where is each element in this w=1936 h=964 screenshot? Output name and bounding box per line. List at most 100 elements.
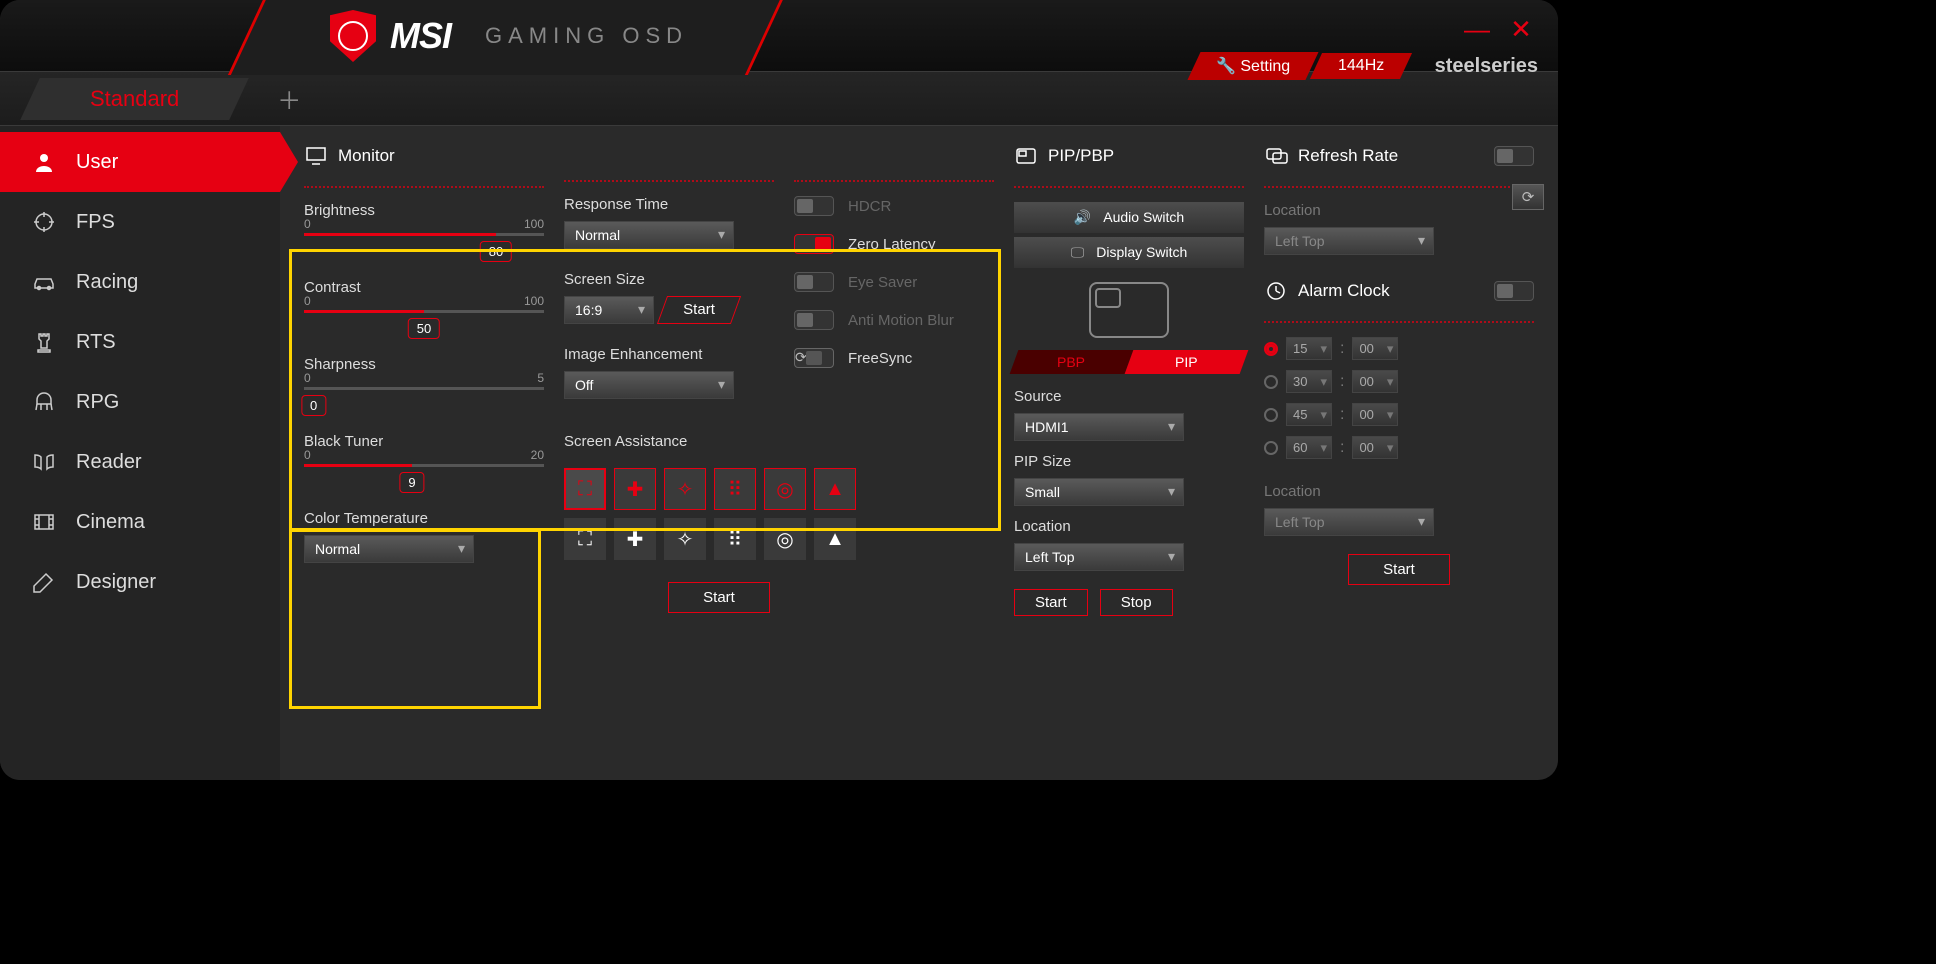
assist-dots-icon[interactable]: ⠿ bbox=[714, 468, 756, 510]
screen-size-select[interactable]: 16:9 bbox=[564, 296, 654, 324]
alarm-sec-4[interactable]: 00 bbox=[1352, 436, 1398, 459]
alarm-title: Alarm Clock bbox=[1298, 281, 1390, 301]
tab-pbp[interactable]: PBP bbox=[1010, 350, 1134, 374]
assist-none-icon[interactable]: ⛶ bbox=[564, 468, 606, 510]
assist-arrows2-icon[interactable]: ✧ bbox=[664, 518, 706, 560]
color-temp-select[interactable]: Normal bbox=[304, 535, 474, 563]
film-icon bbox=[30, 508, 58, 536]
sidebar-item-rpg[interactable]: RPG bbox=[0, 372, 280, 432]
pip-location-label: Location bbox=[1014, 518, 1244, 535]
window-controls: — ✕ bbox=[1460, 14, 1538, 32]
assist-dots2-icon[interactable]: ⠿ bbox=[714, 518, 756, 560]
response-time-select[interactable]: Normal bbox=[564, 221, 734, 249]
alarm-radio-2[interactable] bbox=[1264, 375, 1278, 389]
screen-assistance-start-button[interactable]: Start bbox=[668, 582, 770, 613]
display-switch-button[interactable]: 🖵Display Switch bbox=[1014, 237, 1244, 268]
sharpness-slider[interactable]: 0 5 0 bbox=[304, 381, 544, 417]
clock-icon bbox=[1264, 279, 1288, 303]
sidebar-item-user[interactable]: User bbox=[0, 132, 280, 192]
brightness-slider[interactable]: 0 100 80 bbox=[304, 227, 544, 263]
hdcr-toggle[interactable] bbox=[794, 196, 834, 216]
freesync-toggle[interactable]: ⟳ bbox=[794, 348, 834, 368]
close-button[interactable]: ✕ bbox=[1504, 14, 1538, 32]
alarm-min-1[interactable]: 15 bbox=[1286, 337, 1332, 360]
add-profile-button[interactable]: ＋ bbox=[247, 81, 331, 116]
divider bbox=[1264, 186, 1534, 188]
refresh-title: Refresh Rate bbox=[1298, 146, 1398, 166]
msi-shield-icon bbox=[330, 10, 376, 62]
alarm-sec-3[interactable]: 00 bbox=[1352, 403, 1398, 426]
sidebar-item-racing[interactable]: Racing bbox=[0, 252, 280, 312]
sidebar-item-cinema[interactable]: Cinema bbox=[0, 492, 280, 552]
header-toolbar: 🔧 Setting 144Hz steelseries bbox=[1194, 52, 1538, 80]
anti-motion-blur-label: Anti Motion Blur bbox=[848, 312, 954, 329]
pip-stop-button[interactable]: Stop bbox=[1100, 589, 1173, 616]
pip-icon bbox=[1014, 144, 1038, 168]
image-enhancement-select[interactable]: Off bbox=[564, 371, 734, 399]
alarm-radio-3[interactable] bbox=[1264, 408, 1278, 422]
zero-latency-toggle[interactable] bbox=[794, 234, 834, 254]
sidebar-item-reader[interactable]: Reader bbox=[0, 432, 280, 492]
hdcr-label: HDCR bbox=[848, 198, 891, 215]
refresh-location-select[interactable]: Left Top bbox=[1264, 227, 1434, 255]
sidebar-item-label: RTS bbox=[76, 331, 116, 354]
alarm-min-4[interactable]: 60 bbox=[1286, 436, 1332, 459]
setting-button[interactable]: 🔧 Setting bbox=[1188, 52, 1319, 80]
screen-size-start-button[interactable]: Start bbox=[657, 296, 741, 324]
eye-saver-label: Eye Saver bbox=[848, 274, 917, 291]
sidebar-item-label: Designer bbox=[76, 571, 156, 594]
divider bbox=[304, 186, 544, 188]
sidebar-item-rts[interactable]: RTS bbox=[0, 312, 280, 372]
brand-text: MSI bbox=[390, 15, 451, 57]
monitor-title: Monitor bbox=[338, 146, 395, 166]
audio-switch-button[interactable]: 🔊Audio Switch bbox=[1014, 202, 1244, 233]
sidebar-item-fps[interactable]: FPS bbox=[0, 192, 280, 252]
alarm-sec-2[interactable]: 00 bbox=[1352, 370, 1398, 393]
setting-label: Setting bbox=[1241, 58, 1291, 75]
black-tuner-label: Black Tuner bbox=[304, 433, 544, 450]
pip-start-button[interactable]: Start bbox=[1014, 589, 1088, 616]
eye-saver-toggle[interactable] bbox=[794, 272, 834, 292]
contrast-slider[interactable]: 0 100 50 bbox=[304, 304, 544, 340]
sidebar-item-label: User bbox=[76, 151, 118, 174]
reset-button[interactable]: ⟳ bbox=[1512, 184, 1544, 210]
monitor-dropdowns: Response Time Normal Screen Size 16:9 St… bbox=[564, 144, 774, 762]
sidebar-item-label: RPG bbox=[76, 391, 119, 414]
header: MSI GAMING OSD — ✕ 🔧 Setting 144Hz steel… bbox=[0, 0, 1558, 72]
sharpness-label: Sharpness bbox=[304, 356, 544, 373]
assist-arrows-icon[interactable]: ✧ bbox=[664, 468, 706, 510]
tab-pip[interactable]: PIP bbox=[1125, 350, 1249, 374]
black-tuner-slider[interactable]: 0 20 9 bbox=[304, 458, 544, 494]
alarm-min-3[interactable]: 45 bbox=[1286, 403, 1332, 426]
alarm-row-1: 15 : 00 bbox=[1264, 337, 1534, 360]
pip-location-select[interactable]: Left Top bbox=[1014, 543, 1184, 571]
monitor-toggles: HDCR Zero Latency Eye Saver Anti Motion … bbox=[794, 144, 994, 762]
assist-corners-icon[interactable]: ⛶ bbox=[564, 518, 606, 560]
refresh-toggle[interactable] bbox=[1494, 146, 1534, 166]
brightness-label: Brightness bbox=[304, 202, 544, 219]
pip-size-label: PIP Size bbox=[1014, 453, 1244, 470]
tab-standard[interactable]: Standard bbox=[20, 78, 249, 120]
pip-source-label: Source bbox=[1014, 388, 1244, 405]
alarm-start-button[interactable]: Start bbox=[1348, 554, 1450, 585]
sidebar-item-designer[interactable]: Designer bbox=[0, 552, 280, 612]
alarm-min-2[interactable]: 30 bbox=[1286, 370, 1332, 393]
pip-source-select[interactable]: HDMI1 bbox=[1014, 413, 1184, 441]
alarm-location-select[interactable]: Left Top bbox=[1264, 508, 1434, 536]
pip-header: PIP/PBP bbox=[1014, 144, 1244, 168]
minimize-button[interactable]: — bbox=[1460, 14, 1494, 32]
sidebar-item-label: Cinema bbox=[76, 511, 145, 534]
monitor-icon bbox=[304, 144, 328, 168]
pip-size-select[interactable]: Small bbox=[1014, 478, 1184, 506]
alarm-radio-4[interactable] bbox=[1264, 441, 1278, 455]
steelseries-logo: steelseries bbox=[1435, 55, 1538, 78]
screen-assistance-label: Screen Assistance bbox=[564, 433, 774, 450]
content: Monitor Brightness 0 100 80 Contrast 0 1… bbox=[280, 126, 1558, 780]
car-icon bbox=[30, 268, 58, 296]
alarm-sec-1[interactable]: 00 bbox=[1352, 337, 1398, 360]
anti-motion-blur-toggle[interactable] bbox=[794, 310, 834, 330]
alarm-toggle[interactable] bbox=[1494, 281, 1534, 301]
assist-cross2-icon[interactable]: ✚ bbox=[614, 518, 656, 560]
alarm-radio-1[interactable] bbox=[1264, 342, 1278, 356]
assist-cross-icon[interactable]: ✚ bbox=[614, 468, 656, 510]
